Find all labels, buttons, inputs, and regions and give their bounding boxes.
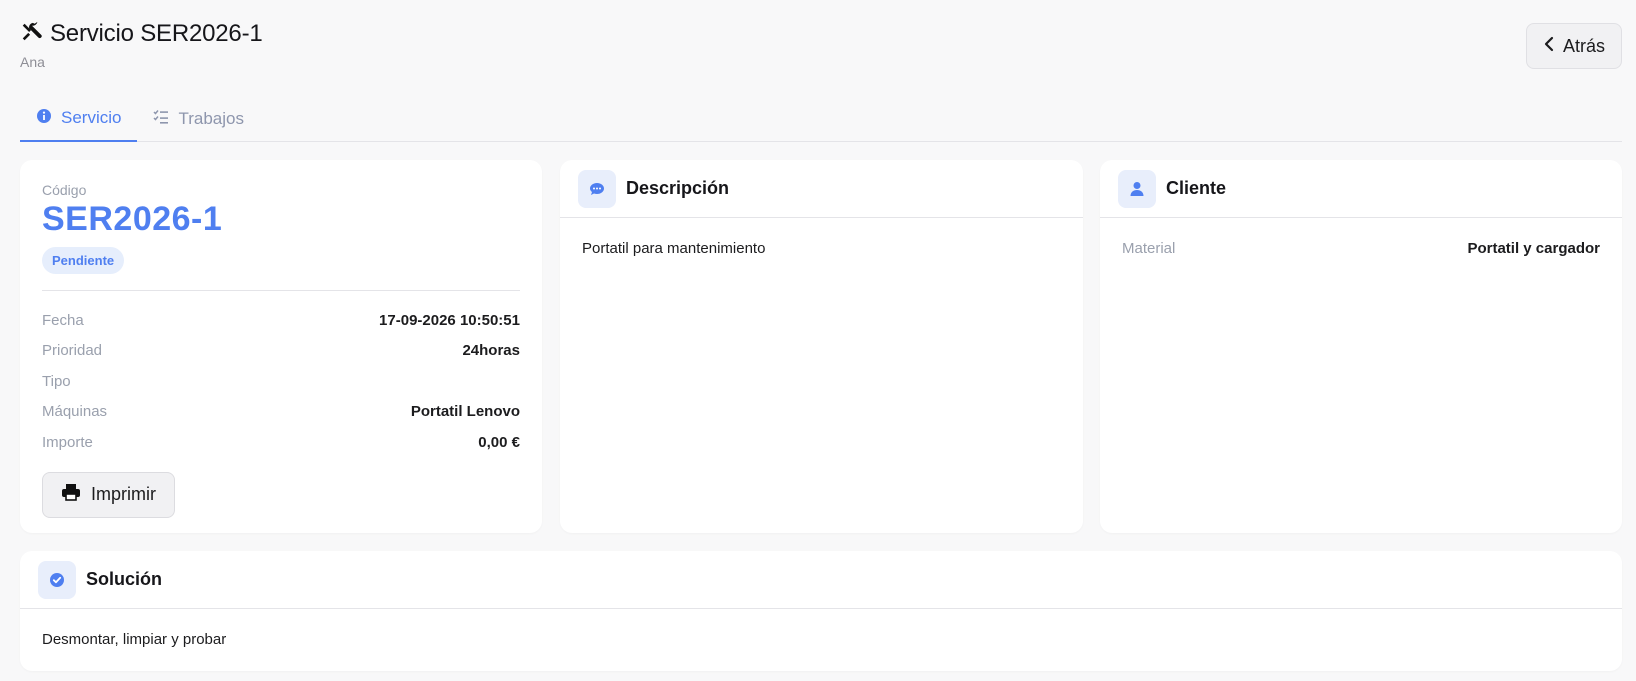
info-label: Importe — [42, 433, 93, 451]
page-subtitle: Ana — [20, 54, 45, 70]
status-badge: Pendiente — [42, 247, 125, 274]
description-title: Descripción — [626, 178, 730, 198]
page-header: Servicio SER2026-1 Ana — [20, 20, 263, 70]
description-card-header: Descripción — [560, 160, 1083, 218]
user-icon — [1118, 169, 1156, 208]
tab-servicio[interactable]: Servicio — [20, 96, 138, 142]
info-label: Prioridad — [42, 342, 103, 360]
title-row: Servicio SER2026-1 — [20, 20, 263, 48]
service-summary-card: Código SER2026-1 Pendiente Fecha 17-09-2… — [20, 160, 542, 533]
info-row-prioridad: Prioridad 24horas — [42, 336, 520, 367]
info-rows: Fecha 17-09-2026 10:50:51 Prioridad 24ho… — [42, 305, 520, 458]
info-icon — [36, 108, 52, 129]
tools-icon — [20, 20, 42, 48]
info-row-tipo: Tipo — [42, 366, 520, 397]
info-label: Máquinas — [42, 403, 108, 421]
client-card: Cliente Material Portatil y cargador — [1100, 160, 1622, 533]
tab-bar: Servicio Trabajos — [20, 96, 1622, 142]
info-value: 0,00 € — [478, 433, 520, 451]
tab-trabajos-label: Trabajos — [178, 109, 244, 128]
solution-card: Solución Desmontar, limpiar y probar — [20, 551, 1622, 671]
info-label: Fecha — [42, 311, 84, 329]
check-circle-icon — [38, 560, 76, 599]
info-row-fecha: Fecha 17-09-2026 10:50:51 — [42, 305, 520, 336]
service-code: SER2026-1 — [42, 200, 223, 238]
client-body: Material Portatil y cargador — [1100, 218, 1622, 279]
back-button-label: Atrás — [1562, 35, 1605, 56]
description-text: Portatil para mantenimiento — [582, 240, 766, 257]
client-card-header: Cliente — [1100, 160, 1622, 218]
checklist-icon — [153, 109, 169, 130]
info-value: Portatil Lenovo — [410, 403, 520, 421]
material-label: Material — [1122, 240, 1176, 257]
back-button[interactable]: Atrás — [1525, 23, 1622, 69]
material-value: Portatil y cargador — [1467, 240, 1600, 257]
solution-title: Solución — [86, 569, 162, 589]
info-value: 24horas — [462, 342, 520, 360]
divider — [42, 290, 520, 291]
solution-text: Desmontar, limpiar y probar — [42, 631, 227, 648]
code-label: Código — [42, 182, 87, 198]
solution-card-header: Solución — [20, 551, 1622, 609]
info-row-importe: Importe 0,00 € — [42, 427, 520, 458]
info-row-maquinas: Máquinas Portatil Lenovo — [42, 397, 520, 428]
material-row: Material Portatil y cargador — [1122, 240, 1600, 257]
client-title: Cliente — [1166, 178, 1227, 198]
info-label: Tipo — [42, 372, 71, 390]
printer-icon — [61, 483, 81, 506]
chat-bubble-icon — [578, 169, 616, 208]
description-card: Descripción Portatil para mantenimiento — [560, 160, 1083, 533]
print-button[interactable]: Imprimir — [42, 471, 175, 518]
tab-trabajos[interactable]: Trabajos — [137, 96, 260, 142]
chevron-left-icon — [1543, 36, 1555, 57]
info-value: 17-09-2026 10:50:51 — [379, 311, 520, 329]
page-title: Servicio SER2026-1 — [50, 20, 263, 47]
tab-servicio-label: Servicio — [61, 108, 122, 127]
print-button-label: Imprimir — [91, 484, 156, 504]
